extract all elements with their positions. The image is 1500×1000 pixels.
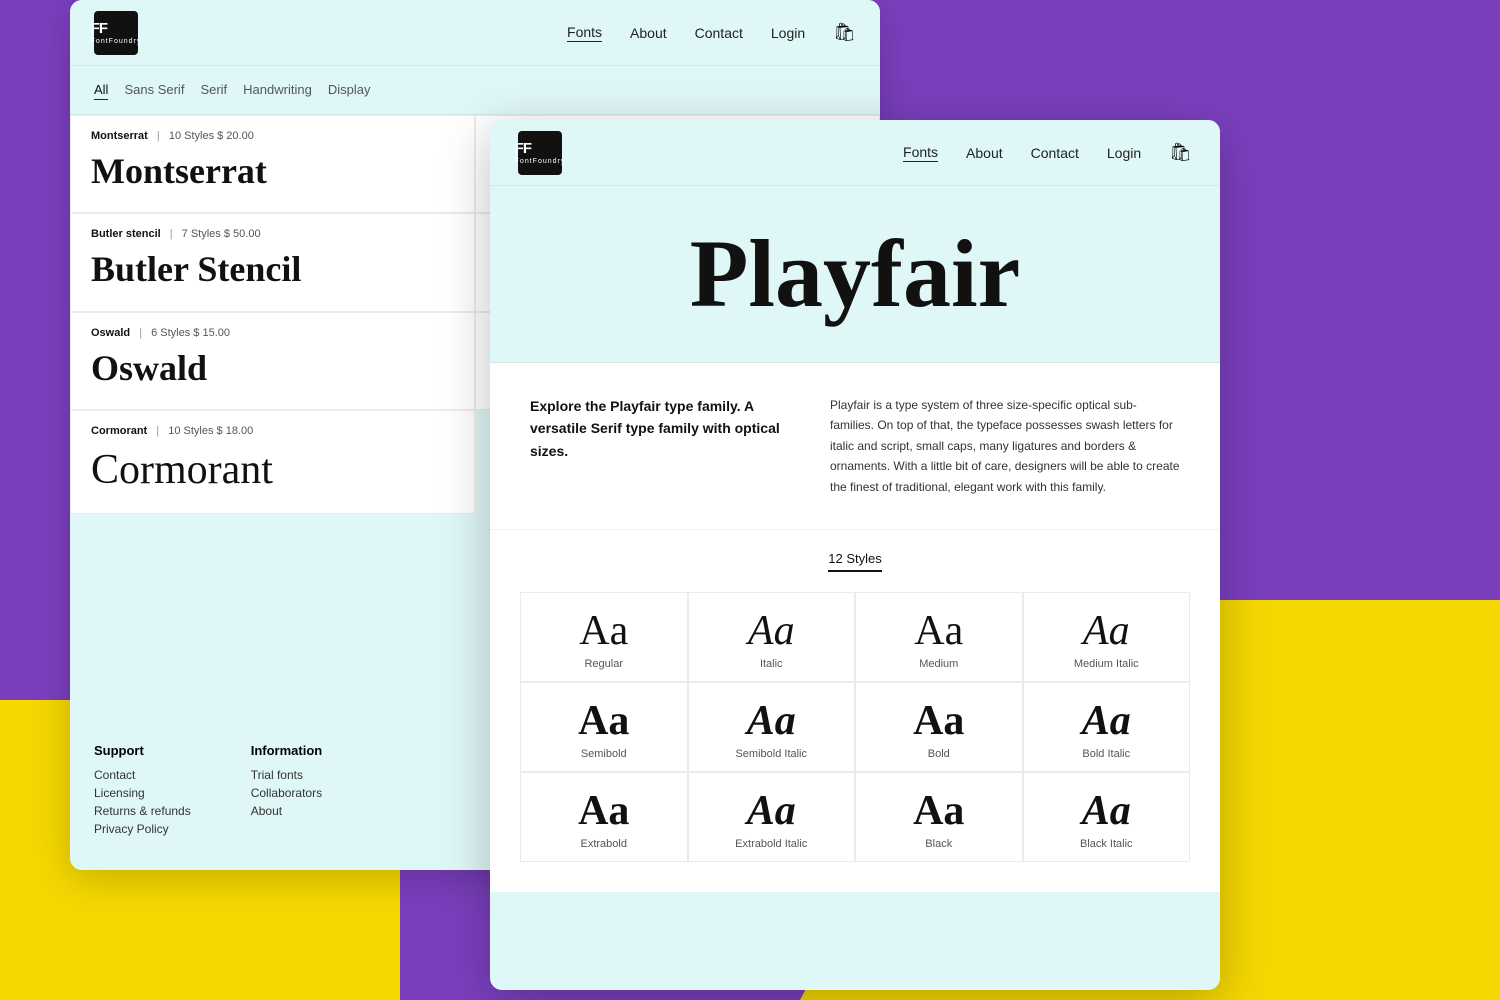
font-card-oswald[interactable]: Oswald | 6 Styles $ 15.00 Oswald: [70, 312, 475, 410]
hero-title: Playfair: [510, 226, 1200, 322]
front-nav-login[interactable]: Login: [1107, 145, 1141, 161]
front-nav-contact[interactable]: Contact: [1031, 145, 1079, 161]
font-preview-montserrat: Montserrat: [91, 152, 454, 192]
style-card-bold-italic[interactable]: Aa Bold Italic: [1023, 682, 1191, 772]
style-aa-extrabold: Aa: [578, 790, 629, 832]
hero-section: Playfair: [490, 186, 1220, 363]
font-preview-cormorant: Cormorant: [91, 447, 454, 493]
style-card-medium[interactable]: Aa Medium: [855, 592, 1023, 682]
styles-grid: Aa Regular Aa Italic Aa Medium Aa Medium…: [520, 592, 1190, 862]
style-label-bold-italic: Bold Italic: [1082, 748, 1130, 760]
style-card-regular[interactable]: Aa Regular: [520, 592, 688, 682]
back-navbar: FF FontFoundry Fonts About Contact Login…: [70, 0, 880, 66]
back-nav-login[interactable]: Login: [771, 25, 805, 41]
style-label-extrabold-italic: Extrabold Italic: [735, 838, 807, 850]
style-card-extrabold[interactable]: Aa Extrabold: [520, 772, 688, 862]
front-cart-icon[interactable]: 🛍: [1169, 142, 1192, 163]
front-window: FF FontFoundry Fonts About Contact Login…: [490, 120, 1220, 990]
style-aa-italic: Aa: [748, 610, 795, 652]
style-aa-black: Aa: [913, 790, 964, 832]
style-aa-bold: Aa: [913, 700, 964, 742]
style-label-bold: Bold: [928, 748, 950, 760]
style-card-bold[interactable]: Aa Bold: [855, 682, 1023, 772]
footer-information-heading: Information: [251, 743, 323, 758]
footer-support-heading: Support: [94, 743, 191, 758]
description-section: Explore the Playfair type family. A vers…: [490, 363, 1220, 530]
back-nav-about[interactable]: About: [630, 25, 667, 41]
style-aa-medium: Aa: [914, 610, 963, 652]
footer-collaborators-link[interactable]: Collaborators: [251, 786, 323, 800]
footer-trial-link[interactable]: Trial fonts: [251, 768, 323, 782]
styles-count[interactable]: 12 Styles: [828, 551, 881, 572]
filter-sans-serif[interactable]: Sans Serif: [124, 80, 184, 100]
font-card-montserrat[interactable]: Montserrat | 10 Styles $ 20.00 Montserra…: [70, 115, 475, 213]
styles-section: 12 Styles Aa Regular Aa Italic Aa Medium…: [490, 530, 1220, 892]
style-aa-regular: Aa: [579, 610, 628, 652]
front-nav-fonts[interactable]: Fonts: [903, 144, 938, 162]
style-label-extrabold: Extrabold: [581, 838, 627, 850]
style-label-italic: Italic: [760, 658, 783, 670]
style-aa-medium-italic: Aa: [1083, 610, 1130, 652]
front-nav-links: Fonts About Contact Login 🛍: [903, 142, 1192, 163]
style-label-semibold: Semibold: [581, 748, 627, 760]
style-card-extrabold-italic[interactable]: Aa Extrabold Italic: [688, 772, 856, 862]
style-aa-bold-italic: Aa: [1082, 700, 1131, 742]
style-aa-semibold-italic: Aa: [747, 700, 796, 742]
footer-support: Support Contact Licensing Returns & refu…: [94, 743, 191, 840]
footer-contact-link[interactable]: Contact: [94, 768, 191, 782]
filter-bar: All Sans Serif Serif Handwriting Display: [70, 66, 880, 115]
filter-display[interactable]: Display: [328, 80, 371, 100]
front-logo[interactable]: FF FontFoundry: [518, 131, 562, 175]
back-cart-icon[interactable]: 🛍: [833, 22, 856, 43]
style-card-italic[interactable]: Aa Italic: [688, 592, 856, 682]
style-card-black[interactable]: Aa Black: [855, 772, 1023, 862]
style-label-semibold-italic: Semibold Italic: [735, 748, 807, 760]
footer-privacy-link[interactable]: Privacy Policy: [94, 822, 191, 836]
font-preview-oswald: Oswald: [91, 349, 454, 389]
style-aa-black-italic: Aa: [1082, 790, 1131, 832]
style-aa-semibold: Aa: [578, 700, 629, 742]
back-nav-contact[interactable]: Contact: [695, 25, 743, 41]
desc-right-text: Playfair is a type system of three size-…: [830, 395, 1180, 497]
back-nav-links: Fonts About Contact Login 🛍: [567, 22, 856, 43]
styles-tab: 12 Styles: [520, 550, 1190, 572]
style-card-semibold[interactable]: Aa Semibold: [520, 682, 688, 772]
style-card-medium-italic[interactable]: Aa Medium Italic: [1023, 592, 1191, 682]
footer-about-link[interactable]: About: [251, 804, 323, 818]
font-card-cormorant[interactable]: Cormorant | 10 Styles $ 18.00 Cormorant: [70, 410, 475, 514]
style-card-black-italic[interactable]: Aa Black Italic: [1023, 772, 1191, 862]
filter-all[interactable]: All: [94, 80, 108, 100]
filter-serif[interactable]: Serif: [200, 80, 227, 100]
footer-licensing-link[interactable]: Licensing: [94, 786, 191, 800]
desc-right: Playfair is a type system of three size-…: [830, 395, 1180, 497]
desc-left: Explore the Playfair type family. A vers…: [530, 395, 780, 497]
footer-returns-link[interactable]: Returns & refunds: [94, 804, 191, 818]
front-nav-about[interactable]: About: [966, 145, 1003, 161]
style-label-medium: Medium: [919, 658, 958, 670]
desc-left-text: Explore the Playfair type family. A vers…: [530, 395, 780, 462]
back-nav-fonts[interactable]: Fonts: [567, 24, 602, 42]
style-label-medium-italic: Medium Italic: [1074, 658, 1139, 670]
style-label-black-italic: Black Italic: [1080, 838, 1133, 850]
style-label-regular: Regular: [584, 658, 623, 670]
filter-handwriting[interactable]: Handwriting: [243, 80, 312, 100]
style-label-black: Black: [925, 838, 952, 850]
style-aa-extrabold-italic: Aa: [747, 790, 796, 832]
font-preview-butler: Butler Stencil: [91, 250, 454, 290]
footer-information: Information Trial fonts Collaborators Ab…: [251, 743, 323, 840]
front-navbar: FF FontFoundry Fonts About Contact Login…: [490, 120, 1220, 186]
font-card-butler[interactable]: Butler stencil | 7 Styles $ 50.00 Butler…: [70, 213, 475, 313]
back-logo[interactable]: FF FontFoundry: [94, 11, 138, 55]
style-card-semibold-italic[interactable]: Aa Semibold Italic: [688, 682, 856, 772]
